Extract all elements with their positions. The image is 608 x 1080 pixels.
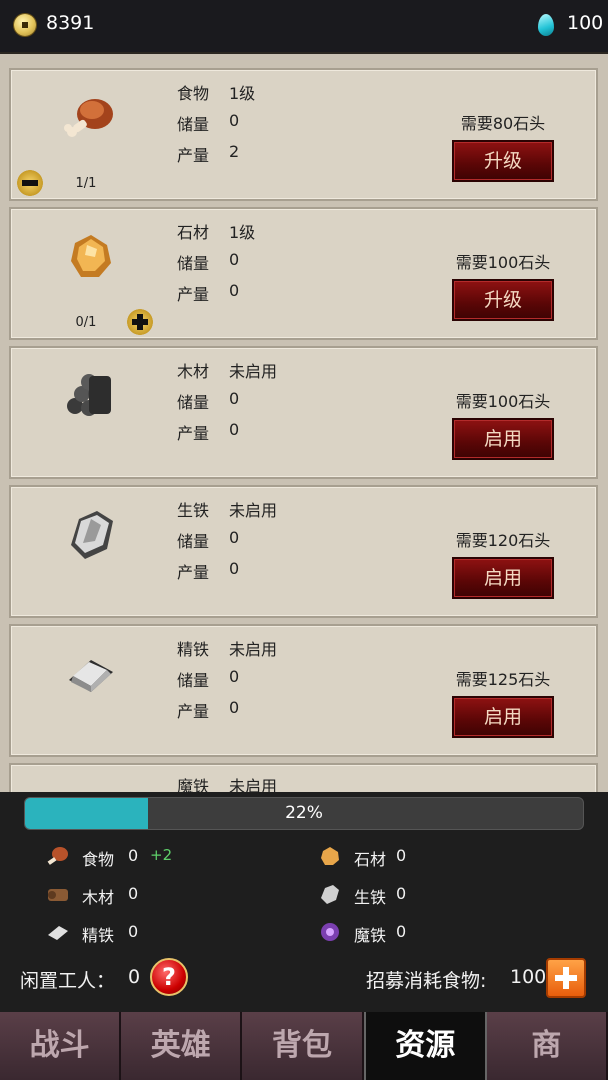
production-value: 0 <box>229 420 240 439</box>
upgrade-button[interactable]: 升级 <box>452 140 554 182</box>
tab-bag[interactable]: 背包 <box>242 1012 364 1080</box>
stock-value: 0 <box>229 389 240 408</box>
resource-level: 未启用 <box>229 362 278 381</box>
resource-list[interactable]: 食物 1级 储量 0 产量 2 需要80石头 升级 1/1 石材 1级 储量 0… <box>0 52 608 792</box>
recruit-worker-button[interactable] <box>546 958 586 998</box>
production-label: 产量 <box>177 146 210 165</box>
production-label: 产量 <box>177 563 210 582</box>
resource-card-magic-iron: 魔铁 未启用 <box>9 763 598 792</box>
resource-card-wood: 木材 未启用 储量 0 产量 0 需要100石头 启用 <box>9 346 598 479</box>
stock-label: 储量 <box>177 115 210 134</box>
upgrade-button[interactable]: 升级 <box>452 279 554 321</box>
resource-level: 1级 <box>229 84 256 103</box>
stock-value: 0 <box>229 111 240 130</box>
magic-iron-icon <box>321 923 339 941</box>
production-value: 0 <box>229 281 240 300</box>
stock-label: 储量 <box>177 671 210 690</box>
iron-ingot-icon <box>69 660 113 692</box>
wood-icon <box>48 889 68 901</box>
iron-ore-icon <box>321 885 339 904</box>
gem-count: 100 <box>567 12 604 34</box>
recruit-cost-label: 招募消耗食物: <box>366 970 487 992</box>
production-progress-bar: 22% <box>24 797 584 830</box>
stock-value: 0 <box>229 250 240 269</box>
resource-name: 石材 <box>177 223 210 242</box>
stock-label: 储量 <box>177 532 210 551</box>
bottom-tab-bar: 战斗 英雄 背包 资源 商 <box>0 1012 608 1080</box>
stock-label: 储量 <box>177 393 210 412</box>
stock-label: 储量 <box>177 254 210 273</box>
help-icon[interactable]: ? <box>150 958 188 996</box>
enable-button[interactable]: 启用 <box>452 557 554 599</box>
worker-count: 0/1 <box>75 315 97 330</box>
top-bar: 8391 100 <box>0 0 608 52</box>
resource-card-stone: 石材 1级 储量 0 产量 0 需要100石头 升级 0/1 <box>9 207 598 340</box>
stock-value: 0 <box>229 528 240 547</box>
add-worker-icon[interactable] <box>127 309 153 335</box>
tab-resources[interactable]: 资源 <box>363 1012 487 1080</box>
resource-name: 魔铁 <box>177 777 210 792</box>
production-value: 2 <box>229 142 240 161</box>
production-label: 产量 <box>177 285 210 304</box>
tab-battle[interactable]: 战斗 <box>0 1012 122 1080</box>
unlock-cost: 需要125石头 <box>455 670 551 689</box>
resource-name: 食物 <box>177 84 210 103</box>
gem-icon <box>538 14 554 36</box>
production-label: 产量 <box>177 424 210 443</box>
resource-level: 1级 <box>229 223 256 242</box>
stock-value: 0 <box>229 667 240 686</box>
production-value: 0 <box>229 698 240 717</box>
production-label: 产量 <box>177 702 210 721</box>
stone-icon <box>321 847 339 865</box>
resource-name: 木材 <box>177 362 210 381</box>
resource-level: 未启用 <box>229 501 278 520</box>
resource-card-pig-iron: 生铁 未启用 储量 0 产量 0 需要120石头 启用 <box>9 485 598 618</box>
wood-icon <box>67 374 111 416</box>
resource-level: 未启用 <box>229 640 278 659</box>
coin-icon <box>14 14 36 36</box>
resource-name: 生铁 <box>177 501 210 520</box>
remove-worker-icon[interactable] <box>17 170 43 196</box>
upgrade-cost: 需要100石头 <box>455 253 551 272</box>
progress-percent: 22% <box>285 803 323 823</box>
resource-card-food: 食物 1级 储量 0 产量 2 需要80石头 升级 1/1 <box>9 68 598 201</box>
stone-icon <box>71 235 111 277</box>
enable-button[interactable]: 启用 <box>452 418 554 460</box>
worker-count: 1/1 <box>75 176 97 191</box>
unlock-cost: 需要120石头 <box>455 531 551 550</box>
resource-level: 未启用 <box>229 777 278 792</box>
idle-workers-label: 闲置工人： <box>20 970 116 992</box>
tab-heroes[interactable]: 英雄 <box>121 1012 243 1080</box>
resource-card-fine-iron: 精铁 未启用 储量 0 产量 0 需要125石头 启用 <box>9 624 598 757</box>
upgrade-cost: 需要80石头 <box>460 114 546 133</box>
resource-name: 精铁 <box>177 640 210 659</box>
production-value: 0 <box>229 559 240 578</box>
iron-ore-icon <box>71 511 113 559</box>
resource-summary: 食物 0 +2 石材 0 木材 0 生铁 0 精铁 0 魔铁 0 闲置工人： 0… <box>0 836 608 1012</box>
coin-count: 8391 <box>46 12 95 34</box>
meat-icon <box>64 99 113 137</box>
enable-button[interactable]: 启用 <box>452 696 554 738</box>
iron-ingot-icon <box>48 926 68 940</box>
recruit-cost-value: 100 <box>510 966 547 988</box>
tab-shop[interactable]: 商 <box>486 1012 608 1080</box>
unlock-cost: 需要100石头 <box>455 392 551 411</box>
idle-workers-count: 0 <box>128 966 141 988</box>
meat-icon <box>47 847 68 865</box>
